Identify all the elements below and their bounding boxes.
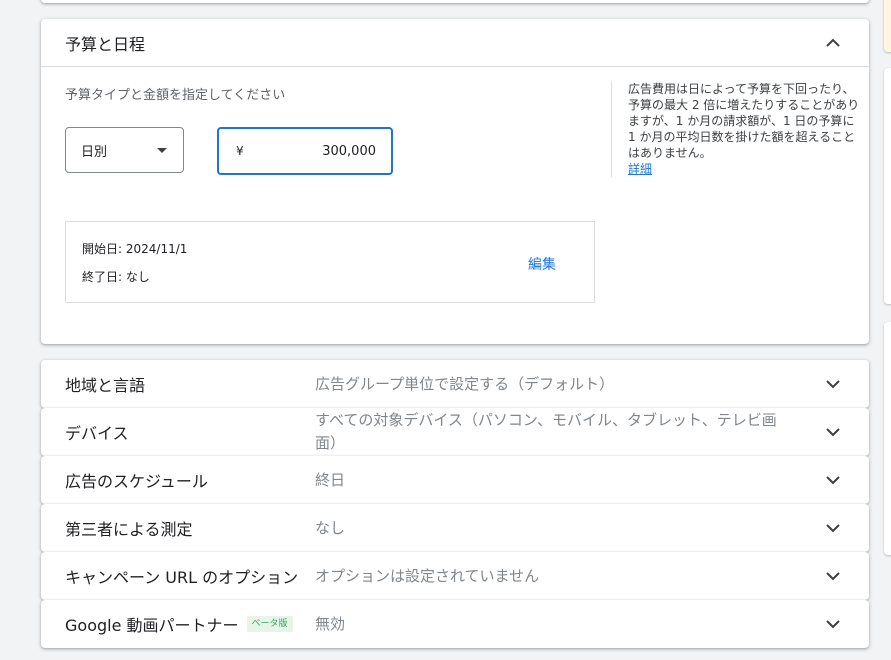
chevron-down-icon[interactable]	[821, 420, 845, 444]
budget-side-note: 広告費用は日によって予算を下回ったり、予算の最大 2 倍に増えたりすることがあり…	[611, 81, 860, 177]
budget-type-select[interactable]: 日別	[65, 127, 184, 173]
budget-amount-value: 300,000	[322, 143, 376, 159]
chevron-up-icon[interactable]	[821, 31, 845, 55]
setting-label-text: Google 動画パートナー	[65, 616, 239, 635]
setting-label: デバイス	[65, 424, 129, 443]
setting-label: Google 動画パートナー ベータ版	[65, 612, 315, 636]
edit-dates-link[interactable]: 編集	[528, 254, 556, 274]
setting-value: なし	[315, 518, 346, 537]
setting-row-url-options[interactable]: キャンペーン URL のオプション オプションは設定されていません	[41, 552, 869, 600]
budget-note-text: 広告費用は日によって予算を下回ったり、予算の最大 2 倍に増えたりすることがあり…	[628, 82, 860, 160]
setting-row-ad-schedule[interactable]: 広告のスケジュール 終日	[41, 456, 869, 504]
budget-schedule-section: 予算と日程 予算タイプと金額を指定してください 日別 ¥ 300,000 広告費…	[41, 19, 869, 344]
setting-value: オプションは設定されていません	[315, 566, 540, 585]
budget-type-value: 日別	[81, 144, 108, 160]
setting-label: 広告のスケジュール	[65, 472, 208, 491]
budget-amount-input[interactable]: ¥ 300,000	[217, 127, 393, 175]
budget-section-header[interactable]: 予算と日程	[41, 19, 869, 67]
dates-box: 開始日: 2024/11/1 終了日: なし 編集	[65, 221, 595, 303]
beta-badge: ベータ版	[246, 616, 293, 632]
caret-down-icon	[157, 148, 167, 153]
setting-value: 終日	[315, 470, 346, 489]
setting-row-devices[interactable]: デバイス すべての対象デバイス（パソコン、モバイル、タブレット、テレビ画面）	[41, 408, 869, 456]
setting-label: 第三者による測定	[65, 520, 193, 539]
chevron-down-icon[interactable]	[821, 612, 845, 636]
chevron-down-icon[interactable]	[821, 516, 845, 540]
budget-section-title: 予算と日程	[65, 34, 146, 54]
right-panel-edge	[884, 0, 891, 52]
setting-row-third-party[interactable]: 第三者による測定 なし	[41, 504, 869, 552]
learn-more-link[interactable]: 詳細	[628, 161, 860, 177]
start-date: 開始日: 2024/11/1	[82, 242, 188, 256]
chevron-down-icon[interactable]	[821, 468, 845, 492]
previous-section-card	[41, 0, 869, 3]
setting-label: キャンペーン URL のオプション	[65, 568, 299, 587]
setting-row-locations[interactable]: 地域と言語 広告グループ単位で設定する（デフォルト）	[41, 360, 869, 408]
right-panel-edge	[884, 68, 891, 304]
setting-value: 無効	[315, 614, 346, 633]
currency-symbol: ¥	[236, 144, 244, 158]
right-panel-edge	[884, 322, 891, 555]
chevron-down-icon[interactable]	[821, 372, 845, 396]
chevron-down-icon[interactable]	[821, 564, 845, 588]
setting-row-video-partners[interactable]: Google 動画パートナー ベータ版 無効	[41, 600, 869, 648]
setting-value: 広告グループ単位で設定する（デフォルト）	[315, 374, 615, 393]
end-date: 終了日: なし	[82, 270, 150, 284]
setting-label: 地域と言語	[65, 376, 146, 395]
budget-instructions: 予算タイプと金額を指定してください	[65, 88, 286, 103]
setting-value: すべての対象デバイス（パソコン、モバイル、タブレット、テレビ画面）	[315, 411, 777, 452]
